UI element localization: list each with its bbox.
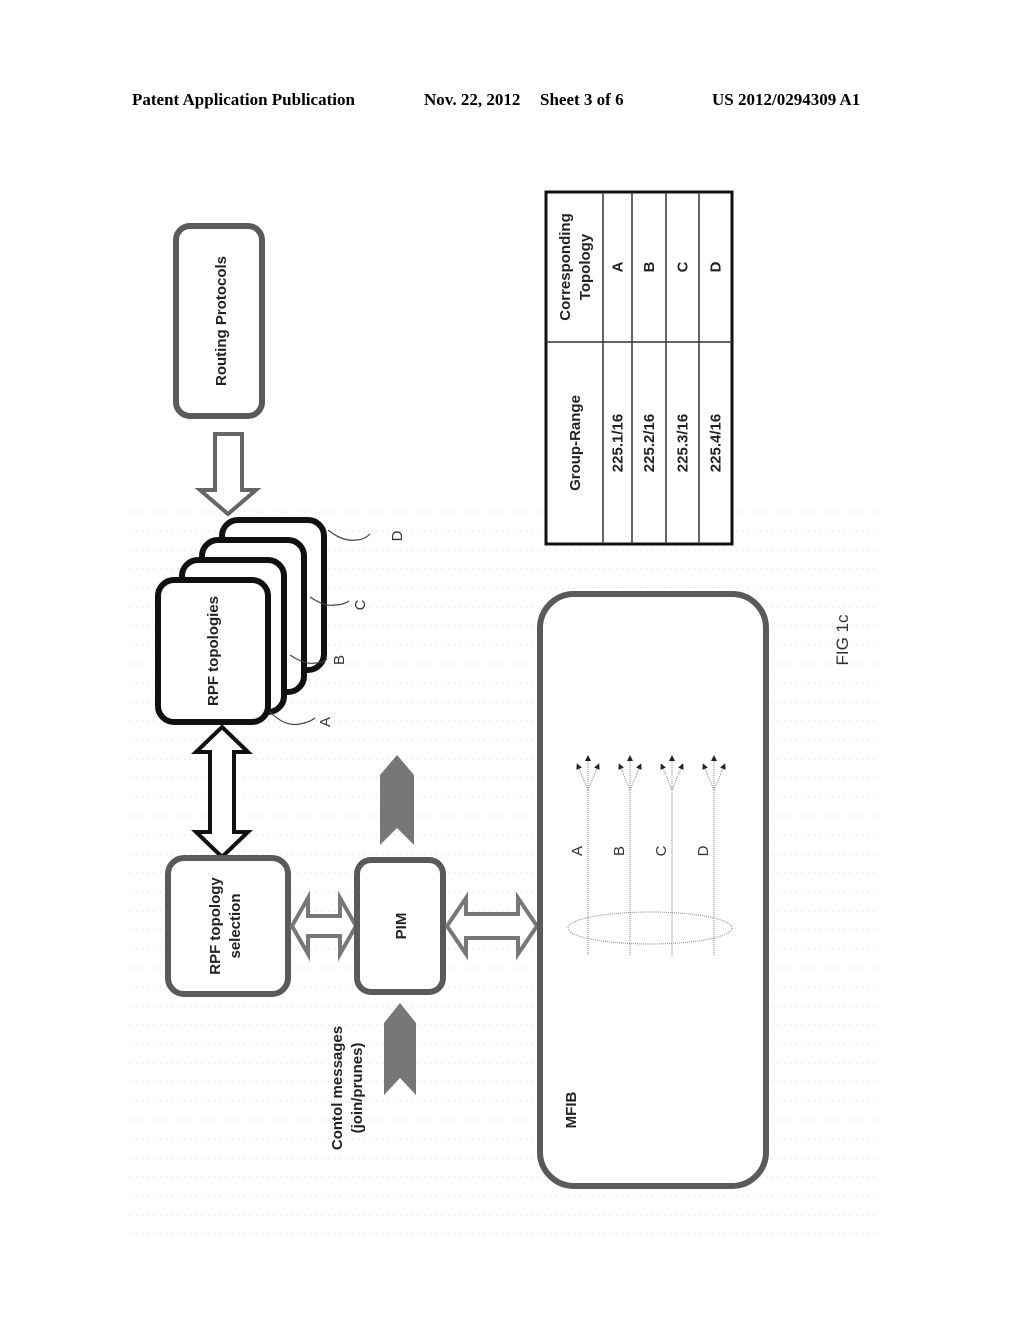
- table-cell-group-range: 225.1/16: [610, 414, 627, 472]
- table-header-topology-line2: Topology: [577, 233, 594, 300]
- rpf-topologies-label: RPF topologies: [205, 596, 222, 706]
- mfib-path-label: A: [569, 846, 586, 856]
- mfib-path-label: D: [695, 845, 712, 856]
- table-header-group-range: Group-Range: [567, 395, 584, 491]
- control-messages-label-2: (join/prunes): [349, 1043, 366, 1134]
- figure-caption: FIG 1c: [833, 614, 852, 666]
- table-cell-group-range: 225.4/16: [708, 414, 725, 472]
- rpf-selection-bidirectional-arrow: [191, 724, 253, 860]
- table-header-topology-line1: Corresponding: [557, 213, 574, 321]
- table-cell-topology: B: [641, 261, 658, 272]
- rpf-topology-selection-label-2: selection: [227, 893, 244, 958]
- ref-d: D: [389, 530, 406, 541]
- mfib-box: MFIB: [537, 591, 769, 1189]
- rpf-topology-selection-label-1: RPF topology: [207, 877, 224, 975]
- table-cell-topology: D: [708, 261, 725, 272]
- mfib-path-label: C: [653, 845, 670, 856]
- table-cell-group-range: 225.3/16: [675, 414, 692, 472]
- control-messages-in-arrow: [384, 1003, 416, 1095]
- ref-b: B: [331, 655, 348, 665]
- rpf-topology-selection-box: RPF topology selection: [165, 855, 291, 997]
- control-messages-out-arrow: [380, 755, 414, 845]
- mfib-path-label: B: [611, 846, 628, 856]
- table-cell-topology: C: [675, 261, 692, 272]
- ref-c: C: [352, 599, 369, 610]
- selection-pim-bidirectional-arrow: [289, 890, 359, 962]
- rpf-topologies-stack: RPF topologies: [155, 517, 327, 725]
- routing-protocols-box: Routing Protocols: [173, 223, 265, 419]
- pim-label: PIM: [393, 913, 410, 940]
- control-messages-label-1: Contol messages: [329, 1026, 346, 1150]
- routing-protocols-label: Routing Protocols: [213, 256, 230, 386]
- table-cell-group-range: 225.2/16: [641, 414, 658, 472]
- routing-to-rpf-arrow: [194, 432, 262, 517]
- group-range-table: Group-Range Corresponding Topology 225.1/16…: [544, 190, 734, 546]
- pim-mfib-bidirectional-arrow: [444, 891, 540, 961]
- ref-a: A: [317, 717, 334, 727]
- figure-diagram: Routing Protocols RPF topologies A B C D…: [130, 190, 880, 1235]
- pim-box: PIM: [354, 857, 446, 995]
- mfib-label: MFIB: [563, 1092, 580, 1129]
- table-cell-topology: A: [610, 261, 627, 272]
